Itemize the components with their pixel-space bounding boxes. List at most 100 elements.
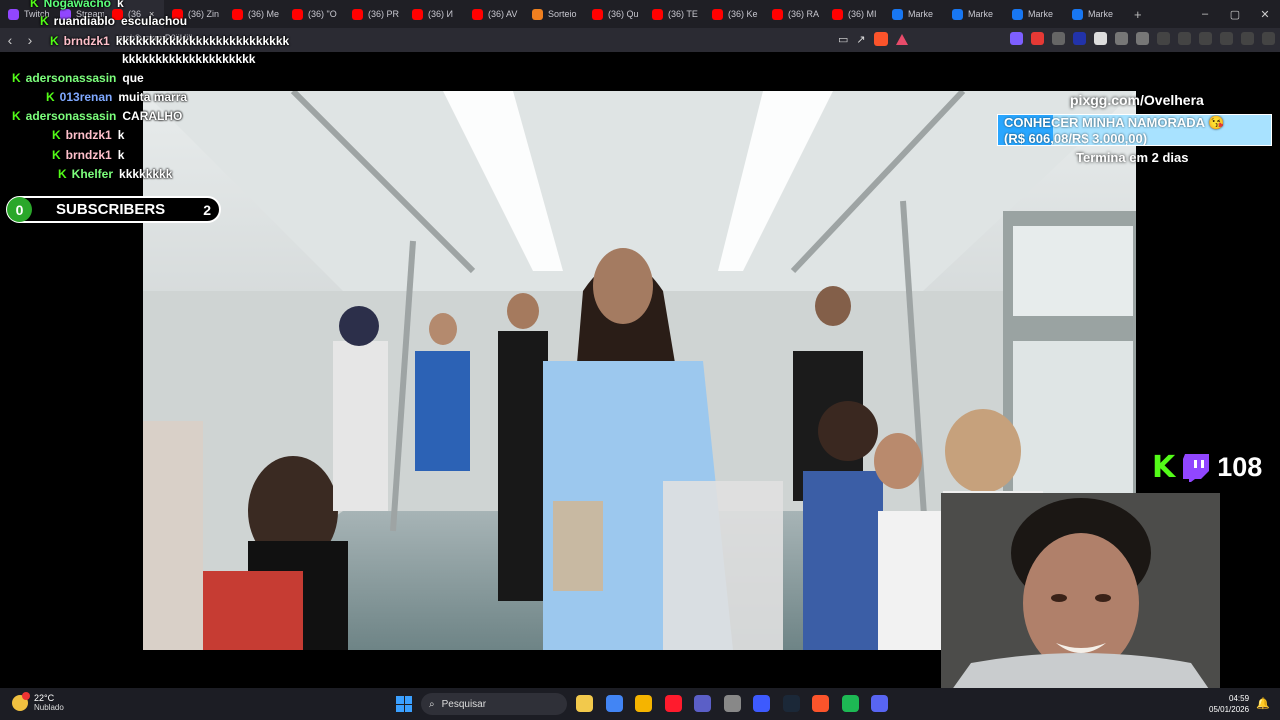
browser-tab[interactable]: (36) AV [464, 0, 524, 28]
tab-favicon-icon [292, 8, 303, 20]
kick-badge-icon: K [30, 0, 39, 10]
browser-tab[interactable]: (36) И [404, 0, 464, 28]
browser-tab[interactable]: Marke [1064, 0, 1124, 28]
explorer-icon[interactable] [635, 695, 652, 712]
wallet-icon[interactable] [1199, 32, 1212, 45]
kick-badge-icon: K [50, 34, 59, 48]
vpn-icon[interactable] [1241, 32, 1254, 45]
system-clock[interactable]: 04:59 05/01/2026 [1209, 693, 1249, 715]
chat-username[interactable]: Nogawacho [44, 0, 111, 10]
extension-icon[interactable] [1052, 32, 1065, 45]
steam-icon[interactable] [782, 695, 800, 712]
extensions-toolbar [1010, 32, 1275, 45]
tab-title: (36) Zin [188, 9, 220, 19]
leo-icon[interactable] [1220, 32, 1233, 45]
chat-message: K 013renan muita marra [46, 90, 187, 104]
browser-tab[interactable]: Sorteio [524, 0, 584, 28]
tab-favicon-icon [892, 8, 903, 20]
opera-icon[interactable] [664, 695, 682, 712]
browser-tab[interactable]: Marke [944, 0, 1004, 28]
clock-date: 05/01/2026 [1209, 705, 1250, 714]
tab-favicon-icon [472, 8, 483, 20]
window-controls: – ▢ ✕ [1190, 8, 1280, 21]
kick-badge-icon: K [40, 14, 49, 28]
music-icon[interactable] [1157, 32, 1170, 45]
notification-icon[interactable]: 🔔 [1256, 697, 1270, 710]
forward-icon[interactable]: › [20, 32, 40, 48]
start-button[interactable] [396, 696, 412, 712]
chat-message: K Nogawacho k [30, 0, 124, 10]
kick-badge-icon: K [12, 109, 21, 123]
browser-tab[interactable]: (36) Ke [704, 0, 764, 28]
extension-icon[interactable] [1031, 32, 1044, 45]
browser-tab[interactable]: (36) Qu [584, 0, 644, 28]
tab-title: (36) "O [308, 9, 337, 19]
discord-icon[interactable] [871, 695, 888, 712]
chat-username[interactable]: adersonassasin [26, 71, 117, 85]
extension-icon[interactable] [1136, 32, 1149, 45]
spotify-icon[interactable] [841, 695, 859, 712]
chat-username[interactable]: brndzk1 [66, 148, 112, 162]
browser-tab[interactable]: (36) "O [284, 0, 344, 28]
extension-icon[interactable] [1094, 32, 1107, 45]
chat-text: muita marra [118, 90, 188, 104]
tab-title: Marke [908, 9, 934, 19]
donation-goal-ends: Termina em 2 dias [1076, 150, 1189, 165]
chat-username[interactable]: ruandiablo [54, 14, 115, 28]
browser-tab[interactable]: (36) MI [824, 0, 884, 28]
browser-tab[interactable]: (36) PR [344, 0, 404, 28]
chat-username[interactable]: adersonassasin [26, 109, 117, 123]
new-tab-icon[interactable]: + [1124, 7, 1152, 22]
kick-badge-icon: K [52, 148, 61, 162]
tab-favicon-icon [412, 8, 423, 20]
chat-message: Kbrndzk1 kkkkkkkkkkkkkkkkkkkkkkkkkk [50, 34, 289, 48]
app-icon[interactable] [753, 695, 770, 712]
chat-username[interactable]: brndzk1 [64, 34, 110, 48]
chat-username[interactable]: 013renan [60, 90, 113, 104]
app-icon[interactable] [694, 695, 711, 712]
pix-url: pixgg.com/Ovelhera [1070, 92, 1204, 108]
chat-message: Kbrndzk1 k [52, 128, 124, 142]
minimize-icon[interactable]: – [1190, 8, 1220, 21]
weather-widget[interactable]: 22°C Nublado [12, 692, 64, 713]
share-icon[interactable]: ↗ [856, 33, 865, 46]
tab-favicon-icon [1012, 8, 1023, 20]
app-icon[interactable] [723, 695, 741, 712]
chat-username[interactable]: Khelfer [72, 167, 113, 181]
brave-shield-icon[interactable] [873, 32, 888, 46]
kick-logo-icon: K [1152, 450, 1176, 485]
sidebar-icon[interactable] [1178, 32, 1191, 45]
maximize-icon[interactable]: ▢ [1220, 8, 1250, 21]
puzzle-icon[interactable] [1115, 32, 1128, 45]
screen-icon[interactable]: ▭ [838, 33, 848, 46]
browser-tab[interactable]: Marke [1004, 0, 1064, 28]
brave-icon[interactable] [812, 695, 829, 712]
extension-icon[interactable] [1073, 32, 1086, 45]
extension-icon[interactable] [1010, 32, 1023, 45]
tab-favicon-icon [232, 8, 243, 20]
tab-favicon-icon [592, 8, 603, 20]
chrome-icon[interactable] [605, 695, 623, 712]
close-window-icon[interactable]: ✕ [1250, 8, 1280, 21]
taskbar-search[interactable]: ⌕ Pesquisar [421, 693, 567, 715]
viewer-counter: K 108 [1152, 450, 1262, 485]
browser-tab[interactable]: (36) TE [644, 0, 704, 28]
brave-rewards-icon[interactable] [895, 33, 908, 45]
chat-text: CARALHO [122, 109, 183, 123]
windows-taskbar: 22°C Nublado ⌕ Pesquisar 04:59 05/01/202… [0, 688, 1280, 720]
back-icon[interactable]: ‹ [0, 32, 20, 48]
subscribers-widget: 0 SUBSCRIBERS 2 [6, 196, 221, 223]
search-icon: ⌕ [429, 698, 435, 710]
tab-favicon-icon [652, 8, 663, 20]
clock-time: 04:59 [1229, 694, 1250, 703]
chat-message: Kadersonassasin que [12, 71, 144, 85]
browser-tab[interactable]: (36) Me [224, 0, 284, 28]
menu-icon[interactable] [1262, 32, 1275, 45]
browser-tab[interactable]: (36) RA [764, 0, 824, 28]
tab-favicon-icon [1072, 8, 1083, 20]
chat-text: kkkkkkkkkkkkkkkkkkkkkkkkkk [115, 34, 290, 48]
chat-username[interactable]: brndzk1 [66, 128, 112, 142]
browser-tab[interactable]: Marke [884, 0, 944, 28]
tab-title: Marke [1088, 9, 1114, 19]
file-manager-icon[interactable] [576, 695, 593, 712]
